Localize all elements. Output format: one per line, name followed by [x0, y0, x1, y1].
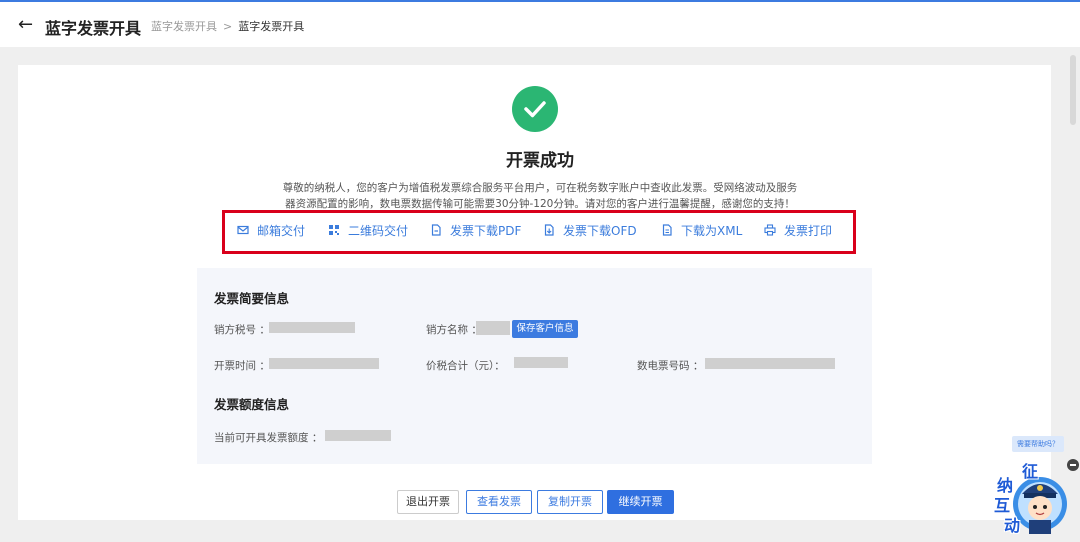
summary-section-title: 发票简要信息 — [214, 291, 290, 306]
quota-section-title: 发票额度信息 — [214, 397, 290, 412]
pdf-icon — [431, 224, 441, 236]
printer-icon — [764, 224, 776, 236]
download-xml-button[interactable]: 下载为XML — [661, 222, 742, 239]
mascot-char-4: 动 — [1004, 516, 1021, 535]
available-quota-redacted — [325, 430, 391, 441]
save-customer-button[interactable]: 保存客户信息 — [512, 320, 578, 338]
continue-invoice-button[interactable]: 继续开票 — [607, 490, 674, 514]
ofd-icon — [544, 224, 554, 236]
qrcode-icon — [329, 225, 339, 235]
invoice-number-label: 数电票号码 ： — [637, 360, 704, 372]
breadcrumb: 蓝字发票开具 > 蓝字发票开具 — [151, 18, 304, 34]
assistant-mascot[interactable]: 征 纳 互 动 — [994, 460, 1070, 542]
invoice-number-redacted — [705, 358, 835, 369]
breadcrumb-item-parent[interactable]: 蓝字发票开具 — [151, 20, 217, 33]
help-bubble[interactable]: 需要帮助吗？ — [1012, 436, 1064, 452]
download-ofd-button[interactable]: 发票下载OFD — [543, 222, 637, 239]
success-check-icon — [512, 86, 558, 132]
mascot-char-1: 征 — [1022, 462, 1039, 481]
breadcrumb-item-current: 蓝字发票开具 — [238, 20, 305, 33]
notice-line-1: 尊敬的纳税人，您的客户为增值税发票综合服务平台用户，可在税务数字账户中查收此发票… — [282, 182, 798, 194]
xml-icon — [662, 224, 672, 236]
back-arrow-icon[interactable]: ← — [18, 14, 33, 35]
email-delivery-button[interactable]: 邮箱交付 — [237, 222, 305, 239]
success-notice: 尊敬的纳税人，您的客户为增值税发票综合服务平台用户，可在税务数字账户中查收此发票… — [270, 180, 810, 212]
seller-tax-no-label: 销方税号 ： — [214, 324, 270, 336]
print-invoice-label: 发票打印 — [784, 224, 833, 238]
print-invoice-button[interactable]: 发票打印 — [764, 222, 832, 239]
seller-tax-no-redacted — [269, 322, 355, 333]
download-pdf-label: 发票下载PDF — [450, 224, 522, 238]
view-invoice-button[interactable]: 查看发票 — [466, 490, 532, 514]
download-ofd-label: 发票下载OFD — [563, 224, 637, 238]
qrcode-delivery-button[interactable]: 二维码交付 — [328, 222, 408, 239]
highlight-box — [222, 210, 856, 254]
page-title: 蓝字发票开具 — [45, 19, 142, 38]
issue-time-redacted — [269, 358, 379, 369]
email-delivery-label: 邮箱交付 — [257, 224, 306, 238]
success-title: 开票成功 — [506, 151, 574, 171]
total-amount-redacted — [514, 357, 568, 368]
header: ← 蓝字发票开具 蓝字发票开具 > 蓝字发票开具 — [0, 2, 1080, 47]
qrcode-delivery-label: 二维码交付 — [348, 224, 409, 238]
issue-time-label: 开票时间 ： — [214, 360, 270, 372]
available-quota-label: 当前可开具发票额度 ： — [214, 432, 323, 444]
copy-invoice-button[interactable]: 复制开票 — [537, 490, 603, 514]
total-amount-label: 价税合计（元）： — [426, 360, 505, 372]
download-pdf-button[interactable]: 发票下载PDF — [430, 222, 521, 239]
breadcrumb-separator-icon: > — [223, 20, 233, 33]
mail-icon — [237, 225, 249, 235]
scrollbar[interactable] — [1070, 55, 1076, 125]
exit-button[interactable]: 退出开票 — [397, 490, 459, 514]
download-xml-label: 下载为XML — [681, 224, 743, 238]
seller-name-redacted — [476, 321, 510, 335]
seller-name-label: 销方名称 ： — [426, 324, 482, 336]
